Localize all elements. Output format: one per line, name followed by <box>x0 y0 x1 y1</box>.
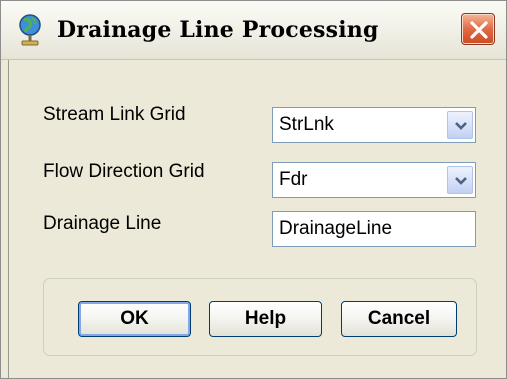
stream-link-grid-select[interactable]: StrLnk <box>272 107 476 143</box>
stream-link-dropdown-button[interactable] <box>447 111 473 139</box>
stream-link-grid-value: StrLnk <box>279 114 334 135</box>
stream-link-grid-label: Stream Link Grid <box>43 104 186 125</box>
chevron-down-icon <box>455 122 467 130</box>
close-button[interactable] <box>461 13 495 45</box>
help-button[interactable]: Help <box>209 301 322 337</box>
flow-direction-dropdown-button[interactable] <box>447 166 473 194</box>
help-button-label: Help <box>244 308 287 329</box>
drainage-line-processing-dialog: Drainage Line Processing Stream Link Gri… <box>0 0 507 379</box>
cancel-button[interactable]: Cancel <box>341 301 457 337</box>
drainage-line-label: Drainage Line <box>43 213 162 234</box>
drainage-line-input[interactable]: DrainageLine <box>272 211 476 247</box>
drainage-line-value: DrainageLine <box>279 218 393 239</box>
ok-button-label: OK <box>120 308 149 329</box>
close-icon <box>470 21 488 39</box>
flow-direction-grid-value: Fdr <box>279 169 308 190</box>
flow-direction-grid-label: Flow Direction Grid <box>43 161 205 182</box>
frame-edge <box>8 60 9 378</box>
flow-direction-grid-select[interactable]: Fdr <box>272 162 476 198</box>
ok-button[interactable]: OK <box>78 301 191 337</box>
globe-pin-icon <box>15 13 45 47</box>
cancel-button-label: Cancel <box>367 308 431 329</box>
title-bar[interactable]: Drainage Line Processing <box>1 1 506 60</box>
chevron-down-icon <box>455 177 467 185</box>
window-title: Drainage Line Processing <box>57 17 379 43</box>
